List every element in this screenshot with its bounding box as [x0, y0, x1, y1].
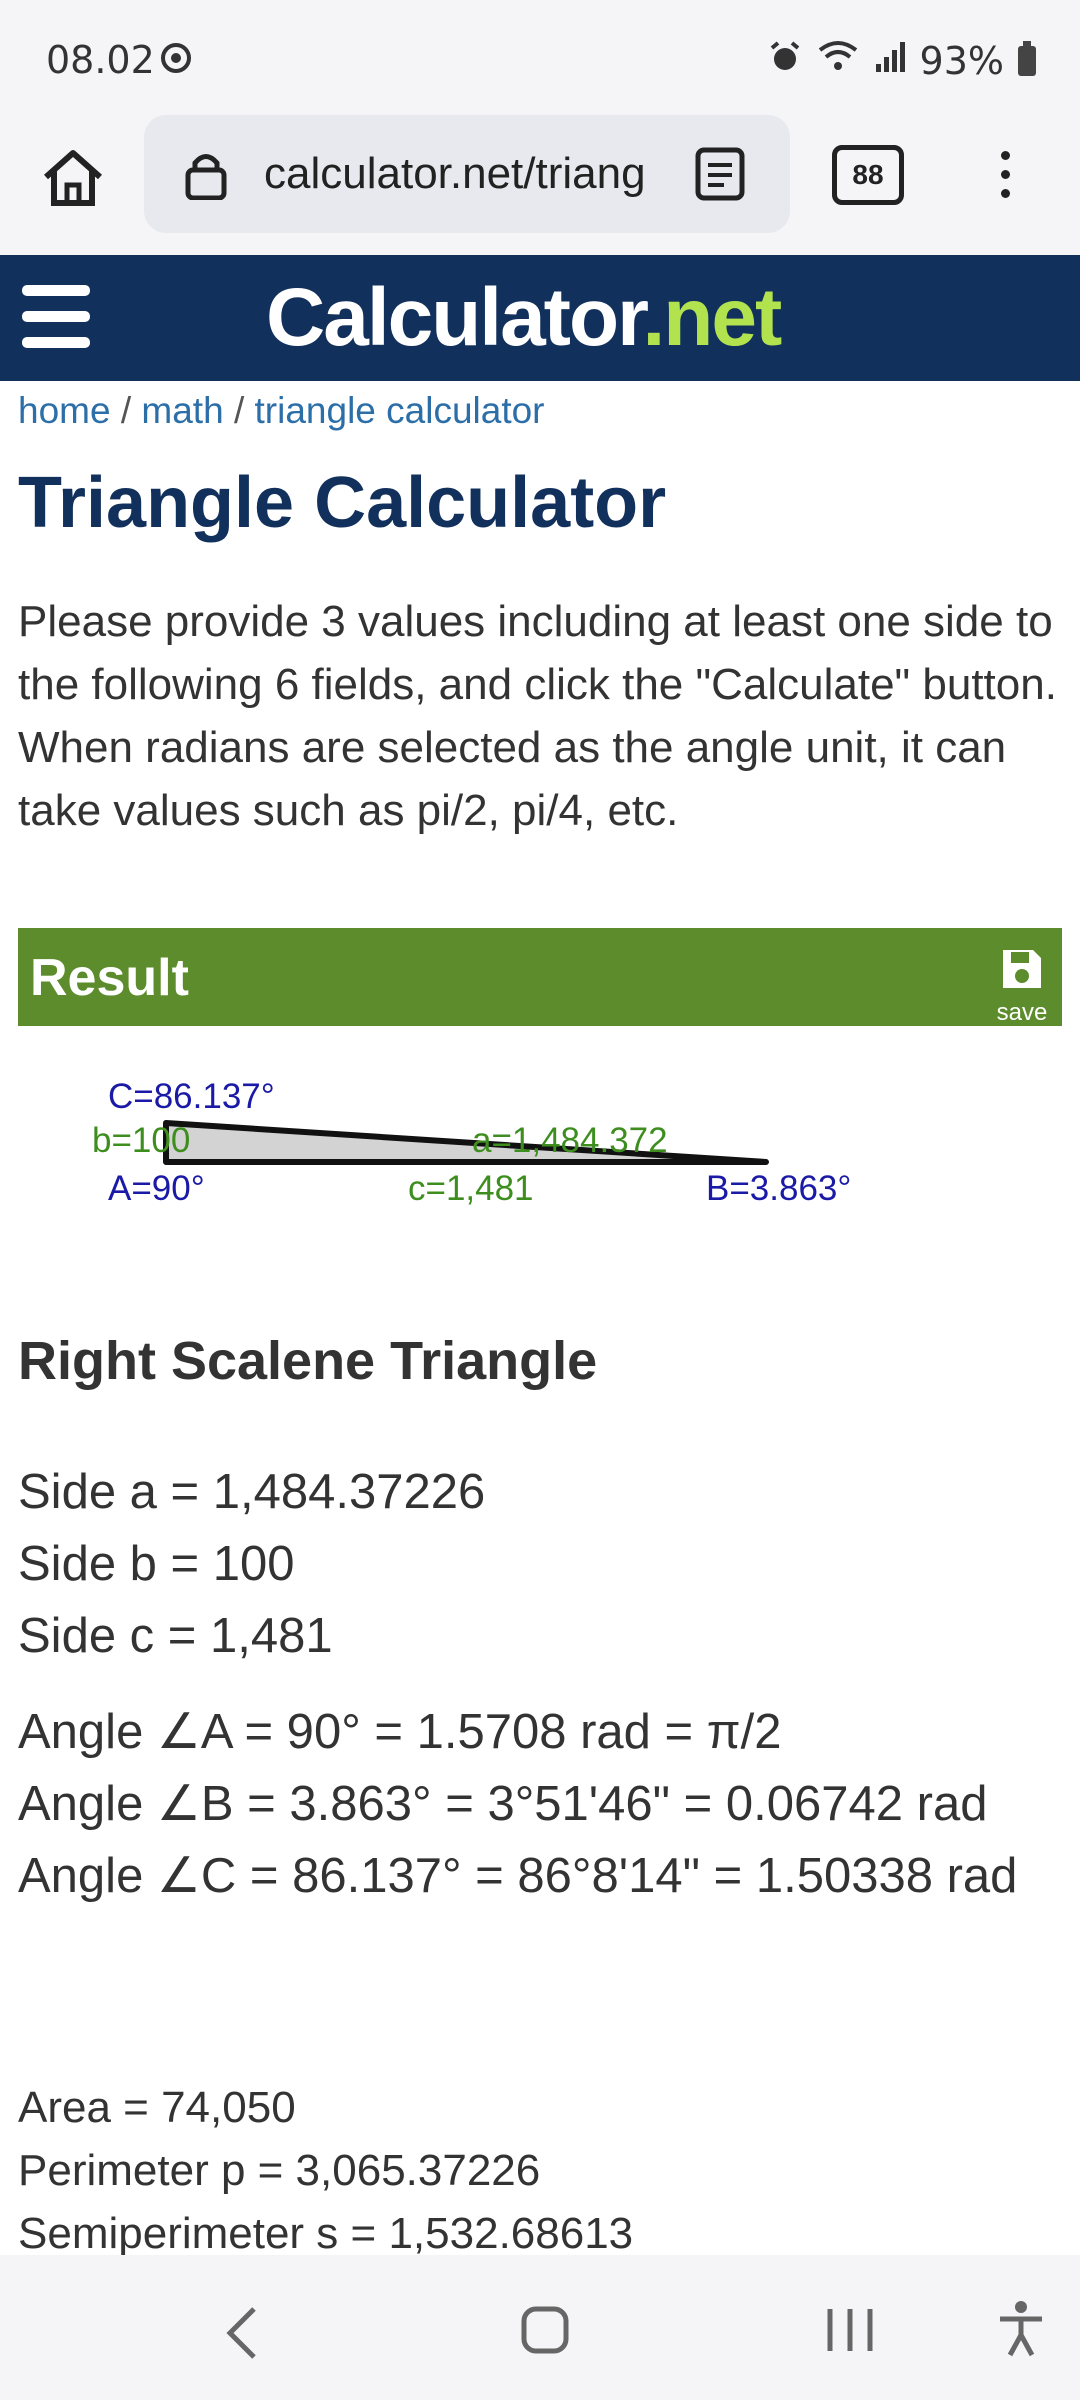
signal-icon: [874, 39, 906, 83]
recents-icon[interactable]: [822, 2305, 878, 2355]
label-side-c: c=1,481: [408, 1169, 534, 1208]
measures-list: Area = 74,050 Perimeter p = 3,065.37226 …: [18, 2076, 633, 2265]
area-value: Area = 74,050: [18, 2083, 296, 2132]
reader-mode-icon[interactable]: [694, 147, 746, 201]
lock-icon[interactable]: [180, 148, 232, 201]
address-bar[interactable]: calculator.net/triangle: [144, 115, 790, 233]
intro-text: Please provide 3 values including at lea…: [18, 597, 1057, 835]
site-logo[interactable]: Calculator.net: [266, 271, 782, 365]
angles-list: Angle ∠A = 90° = 1.5708 rad = π/2 Angle …: [18, 1696, 1068, 1912]
save-icon: [1003, 950, 1041, 988]
alarm-icon: [768, 39, 802, 83]
more-options-icon[interactable]: [990, 141, 1020, 211]
side-c-value: Side c = 1,481: [18, 1609, 333, 1663]
label-angle-A: A=90°: [108, 1169, 205, 1208]
page-title: Triangle Calculator: [18, 463, 667, 543]
status-bar: 08.02 93%: [0, 0, 1080, 115]
home-icon[interactable]: [38, 143, 108, 213]
clock: 08.02: [46, 38, 155, 82]
url-text[interactable]: calculator.net/triangle: [264, 149, 644, 199]
battery-percent: 93%: [919, 38, 1004, 83]
breadcrumb-current[interactable]: triangle calculator: [255, 390, 545, 431]
label-angle-B: B=3.863°: [706, 1169, 851, 1208]
sides-list: Side a = 1,484.37226 Side b = 100 Side c…: [18, 1456, 485, 1672]
save-button[interactable]: save: [994, 946, 1050, 1027]
breadcrumb: home / math / triangle calculator: [18, 390, 545, 431]
breadcrumb-math[interactable]: math: [141, 390, 223, 431]
accessibility-icon[interactable]: [996, 2299, 1046, 2359]
browser-toolbar: calculator.net/triangle 88: [0, 115, 1080, 255]
side-a-value: Side a = 1,484.37226: [18, 1465, 486, 1519]
breadcrumb-home[interactable]: home: [18, 390, 111, 431]
triangle-diagram: C=86.137° b=100 a=1,484.372 A=90° c=1,48…: [92, 1077, 851, 1208]
label-side-a: a=1,484.372: [472, 1121, 668, 1160]
angle-B-value: Angle ∠B = 3.863° = 3°51'46" = 0.06742 r…: [18, 1777, 988, 1831]
side-b-value: Side b = 100: [18, 1537, 295, 1591]
home-nav-icon[interactable]: [520, 2305, 570, 2355]
triangle-type: Right Scalene Triangle: [18, 1331, 598, 1391]
angle-A-value: Angle ∠A = 90° = 1.5708 rad = π/2: [18, 1705, 782, 1759]
wifi-icon: [816, 38, 860, 83]
back-icon[interactable]: [222, 2305, 262, 2361]
label-side-b: b=100: [92, 1121, 190, 1160]
result-header: Result save: [18, 928, 1062, 1026]
sync-icon: [158, 40, 194, 85]
system-nav-bar: [0, 2255, 1080, 2400]
triangle-shape: [163, 1120, 769, 1165]
perimeter-value: Perimeter p = 3,065.37226: [18, 2146, 541, 2195]
result-title: Result: [30, 949, 189, 1007]
angle-C-value: Angle ∠C = 86.137° = 86°8'14" = 1.50338 …: [18, 1849, 1018, 1903]
label-angle-C: C=86.137°: [108, 1077, 275, 1116]
menu-icon[interactable]: [22, 285, 90, 349]
site-header: Calculator.net: [0, 255, 1080, 381]
battery-icon: [1018, 40, 1036, 76]
tab-switcher-button[interactable]: 88: [832, 145, 904, 205]
